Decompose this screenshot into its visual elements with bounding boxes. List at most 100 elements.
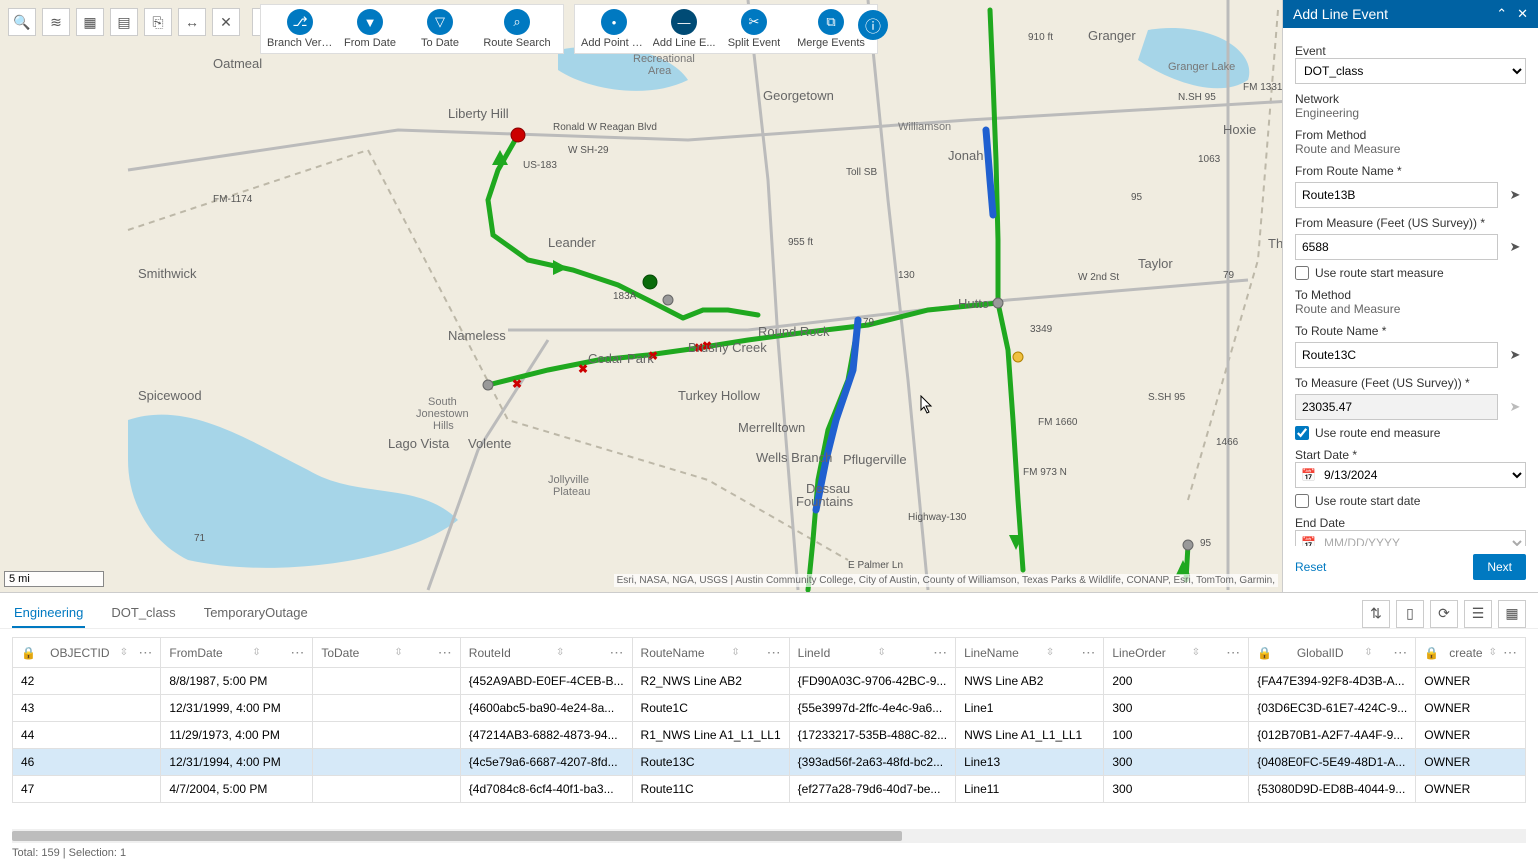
cell[interactable]: 11/29/1973, 4:00 PM [161,722,313,749]
cell[interactable]: OWNER [1416,668,1526,695]
basemap-icon[interactable]: ▦ [76,8,104,36]
sort-icon[interactable]: ⇳ [1489,647,1497,658]
cell[interactable]: 12/31/1999, 4:00 PM [161,695,313,722]
use-end-measure-checkbox[interactable] [1295,426,1309,440]
from-route-input[interactable] [1295,182,1498,208]
col-fromdate[interactable]: FromDate⇳⋯ [161,638,313,668]
cell[interactable]: 300 [1104,776,1249,803]
cell[interactable]: 42 [13,668,161,695]
cell[interactable]: {47214AB3-6882-4873-94... [460,722,632,749]
add-line-event-button[interactable]: —Add Line E... [651,9,717,49]
column-menu-icon[interactable]: ⋯ [290,644,304,661]
sort-icon[interactable]: ⇳ [1046,647,1054,658]
use-end-measure-row[interactable]: Use route end measure [1295,426,1526,440]
sort-icon[interactable]: ⇳ [120,647,128,658]
cell[interactable]: Line11 [956,776,1104,803]
cell[interactable]: NWS Line AB2 [956,668,1104,695]
search-icon[interactable]: 🔍 [8,8,36,36]
cell[interactable]: {4d7084c8-6cf4-40f1-ba3... [460,776,632,803]
scroll-thumb[interactable] [12,831,902,841]
cell[interactable]: {452A9ABD-E0EF-4CEB-B... [460,668,632,695]
sort-icon[interactable]: ⇳ [878,647,886,658]
cell[interactable] [313,695,460,722]
cell[interactable]: 12/31/1994, 4:00 PM [161,749,313,776]
table-grid[interactable]: 🔒OBJECTID⇳⋯FromDate⇳⋯ToDate⇳⋯RouteId⇳⋯Ro… [0,629,1538,829]
column-menu-icon[interactable]: ⋯ [1226,644,1240,661]
cell[interactable]: {ef277a28-79d6-40d7-be... [789,776,955,803]
table-row[interactable]: 4612/31/1994, 4:00 PM{4c5e79a6-6687-4207… [13,749,1526,776]
cell[interactable]: {53080D9D-ED8B-4044-9... [1249,776,1416,803]
next-button[interactable]: Next [1473,554,1526,580]
cell[interactable]: OWNER [1416,776,1526,803]
event-select[interactable]: DOT_class [1295,58,1526,84]
add-point-event-button[interactable]: •Add Point E... [581,9,647,49]
cell[interactable] [313,776,460,803]
cell[interactable]: NWS Line A1_L1_LL1 [956,722,1104,749]
cell[interactable]: {FA47E394-92F8-4D3B-A... [1249,668,1416,695]
to-route-input[interactable] [1295,342,1498,368]
column-menu-icon[interactable]: ⋯ [1503,644,1517,661]
from-date-button[interactable]: ▼From Date [337,9,403,49]
col-lineid[interactable]: LineId⇳⋯ [789,638,955,668]
cell[interactable]: OWNER [1416,722,1526,749]
col-todate[interactable]: ToDate⇳⋯ [313,638,460,668]
branch-version-button[interactable]: ⎇Branch Vers... [267,9,333,49]
col-globalid[interactable]: 🔒GlobalID⇳⋯ [1249,638,1416,668]
table-hscroll[interactable] [12,829,1526,843]
cell[interactable]: Route1C [632,695,789,722]
col-create[interactable]: 🔒create⇳⋯ [1416,638,1526,668]
table-selection-icon[interactable]: ▯ [1396,600,1424,628]
col-routename[interactable]: RouteName⇳⋯ [632,638,789,668]
cell[interactable]: Line13 [956,749,1104,776]
cell[interactable]: {4c5e79a6-6687-4207-8fd... [460,749,632,776]
tab-tempoutage[interactable]: TemporaryOutage [202,599,310,628]
to-date-button[interactable]: ▽To Date [407,9,473,49]
cell[interactable] [313,668,460,695]
col-routeid[interactable]: RouteId⇳⋯ [460,638,632,668]
cell[interactable]: OWNER [1416,695,1526,722]
reset-button[interactable]: Reset [1295,560,1326,574]
col-lineorder[interactable]: LineOrder⇳⋯ [1104,638,1249,668]
cell[interactable]: 300 [1104,695,1249,722]
use-start-measure-row[interactable]: Use route start measure [1295,266,1526,280]
cell[interactable]: 44 [13,722,161,749]
bookmark-icon[interactable]: ⎘ [144,8,172,36]
cell[interactable]: 8/8/1987, 5:00 PM [161,668,313,695]
from-route-pick-icon[interactable]: ➤ [1504,184,1526,206]
tab-engineering[interactable]: Engineering [12,599,85,628]
column-menu-icon[interactable]: ⋯ [767,644,781,661]
sort-icon[interactable]: ⇳ [394,647,402,658]
cell[interactable] [313,722,460,749]
use-start-measure-checkbox[interactable] [1295,266,1309,280]
tab-dotclass[interactable]: DOT_class [109,599,177,628]
table-fields-icon[interactable]: ☰ [1464,600,1492,628]
cell[interactable]: {012B70B1-A2F7-4A4F-9... [1249,722,1416,749]
col-objectid[interactable]: 🔒OBJECTID⇳⋯ [13,638,161,668]
cell[interactable]: {4600abc5-ba90-4e24-8a... [460,695,632,722]
table-filter-icon[interactable]: ⇅ [1362,600,1390,628]
cell[interactable]: Route13C [632,749,789,776]
cell[interactable]: Route11C [632,776,789,803]
sort-icon[interactable]: ⇳ [1364,647,1372,658]
column-menu-icon[interactable]: ⋯ [138,644,152,661]
cell[interactable]: 47 [13,776,161,803]
layers-icon[interactable]: ≋ [42,8,70,36]
split-event-button[interactable]: ✂Split Event [721,9,787,49]
cell[interactable]: Line1 [956,695,1104,722]
sort-icon[interactable]: ⇳ [731,647,739,658]
cell[interactable]: {03D6EC3D-61E7-424C-9... [1249,695,1416,722]
close-icon[interactable]: ✕ [1517,6,1528,22]
grid-icon[interactable]: ▤ [110,8,138,36]
table-options-icon[interactable]: ▦ [1498,600,1526,628]
cell[interactable]: R1_NWS Line A1_L1_LL1 [632,722,789,749]
start-date-input[interactable]: 9/13/2024 [1295,462,1526,488]
cell[interactable]: {17233217-535B-488C-82... [789,722,955,749]
from-measure-pick-icon[interactable]: ➤ [1504,236,1526,258]
cell[interactable]: 100 [1104,722,1249,749]
to-route-pick-icon[interactable]: ➤ [1504,344,1526,366]
cell[interactable]: {55e3997d-2ffc-4e4c-9a6... [789,695,955,722]
cell[interactable]: R2_NWS Line AB2 [632,668,789,695]
table-row[interactable]: 4312/31/1999, 4:00 PM {4600abc5-ba90-4e24… [13,695,1526,722]
column-menu-icon[interactable]: ⋯ [1393,644,1407,661]
cell[interactable]: 43 [13,695,161,722]
